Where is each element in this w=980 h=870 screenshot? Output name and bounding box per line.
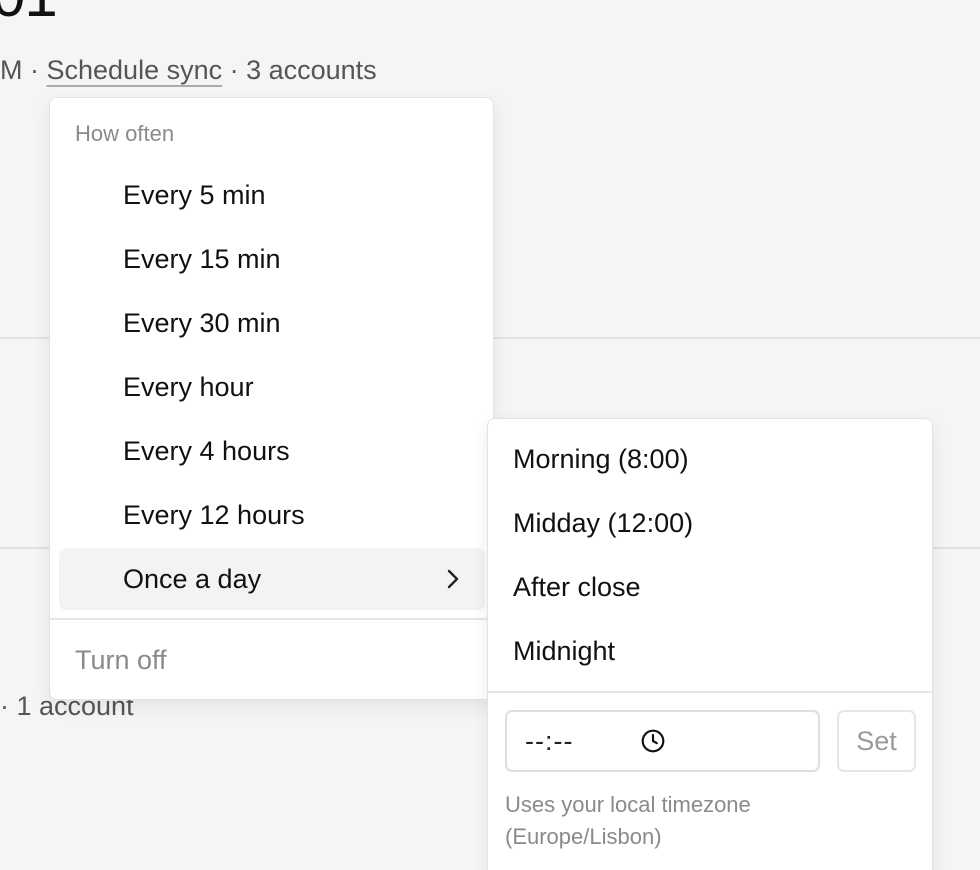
menu-item-once-a-day[interactable]: Once a day [59, 548, 485, 610]
menu-item-label: Every 15 min [123, 244, 281, 274]
chevron-right-icon [447, 569, 459, 589]
menu-item-label: Every hour [123, 372, 254, 402]
submenu-item-after-close[interactable]: After close [497, 556, 923, 618]
time-input-placeholder: --:-- [525, 726, 574, 756]
page-title-fragment: 01 [0, 0, 58, 32]
daily-time-submenu: Morning (8:00) Midday (12:00) After clos… [487, 418, 933, 870]
page: 01 M · Schedule sync · 3 accounts · 1 ac… [0, 0, 980, 870]
menu-section-label: How often [75, 121, 175, 146]
set-time-button[interactable]: Set [837, 710, 916, 772]
submenu-item-label: Midnight [513, 636, 616, 666]
menu-item-every-12-hours[interactable]: Every 12 hours [59, 484, 485, 546]
custom-time-input[interactable]: --:-- [505, 710, 820, 772]
submenu-item-morning[interactable]: Morning (8:00) [497, 428, 923, 490]
submenu-item-label: After close [513, 572, 641, 602]
submenu-item-midday[interactable]: Midday (12:00) [497, 492, 923, 554]
meta-prefix: M · [0, 55, 47, 85]
account-meta-line: M · Schedule sync · 3 accounts [0, 52, 377, 88]
meta-suffix: · 3 accounts [222, 55, 377, 85]
menu-item-label: Once a day [123, 564, 262, 594]
submenu-item-midnight[interactable]: Midnight [497, 620, 923, 682]
submenu-divider [488, 691, 932, 693]
menu-item-every-5-min[interactable]: Every 5 min [59, 164, 485, 226]
menu-item-every-4-hours[interactable]: Every 4 hours [59, 420, 485, 482]
menu-item-every-30-min[interactable]: Every 30 min [59, 292, 485, 354]
menu-item-label: Every 5 min [123, 180, 266, 210]
submenu-item-label: Morning (8:00) [513, 444, 689, 474]
timezone-note: Uses your local timezone (Europe/Lisbon) [505, 792, 751, 849]
turn-off-button[interactable]: Turn off [75, 642, 167, 678]
menu-item-label: Every 30 min [123, 308, 281, 338]
menu-item-every-hour[interactable]: Every hour [59, 356, 485, 418]
sync-frequency-menu: How often Every 5 min Every 15 min Every… [49, 97, 494, 700]
menu-item-label: Every 4 hours [123, 436, 290, 466]
menu-item-label: Every 12 hours [123, 500, 305, 530]
menu-divider [50, 618, 493, 620]
schedule-sync-link[interactable]: Schedule sync [47, 55, 223, 85]
clock-icon[interactable] [640, 728, 666, 754]
submenu-item-label: Midday (12:00) [513, 508, 694, 538]
menu-item-every-15-min[interactable]: Every 15 min [59, 228, 485, 290]
